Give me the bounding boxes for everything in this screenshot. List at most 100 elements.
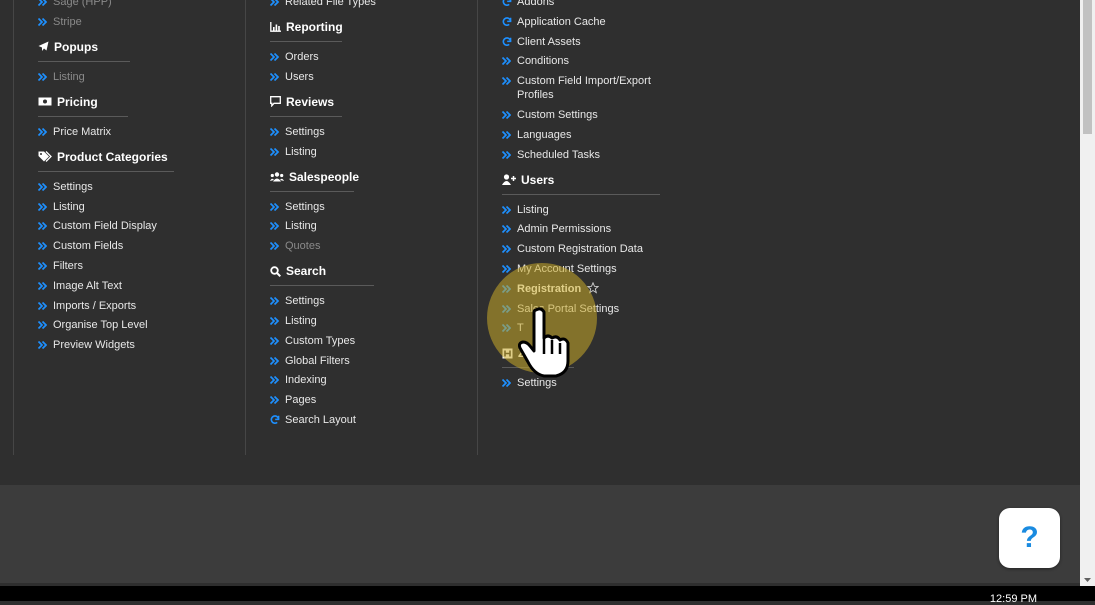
menu-item-label: T — [517, 322, 524, 335]
menu-item-pages[interactable]: Pages — [270, 393, 470, 407]
menu-item-custom-registration-data[interactable]: Custom Registration Data — [502, 242, 662, 256]
section-divider — [270, 115, 342, 117]
menu-item-filters[interactable]: Filters — [38, 259, 238, 273]
double-chevron-right-icon — [270, 314, 281, 328]
menu-item-registration[interactable]: Registration — [502, 281, 662, 296]
menu-item-stripe[interactable]: Stripe — [38, 15, 238, 29]
section-divider — [270, 285, 374, 287]
section-heading-search: Search — [270, 261, 470, 281]
section-title: Pricing — [57, 94, 98, 109]
menu-item-settings[interactable]: Settings — [270, 294, 470, 308]
section-divider — [502, 193, 660, 195]
double-chevron-right-icon — [502, 242, 513, 256]
menu-item-label: Settings — [285, 200, 325, 213]
menu-item-scheduled-tasks[interactable]: Scheduled Tasks — [502, 148, 662, 162]
double-chevron-right-icon — [38, 15, 49, 29]
menu-item-search-layout[interactable]: Search Layout — [270, 413, 470, 427]
double-chevron-right-icon — [270, 239, 281, 253]
menu-item-client-assets[interactable]: Client Assets — [502, 35, 662, 49]
double-chevron-right-icon — [38, 219, 49, 233]
section-heading-reviews: Reviews — [270, 92, 470, 112]
menu-item-label: Listing — [53, 200, 85, 213]
menu-item-languages[interactable]: Languages — [502, 128, 662, 142]
menu-item-label: Pages — [285, 394, 317, 407]
menu-item-label: Indexing — [285, 374, 327, 387]
double-chevron-right-icon — [270, 334, 281, 348]
taskbar: 12:59 PM — [0, 586, 1095, 605]
menu-item-listing[interactable]: Listing — [270, 314, 470, 328]
menu-item-custom-settings[interactable]: Custom Settings — [502, 108, 662, 122]
favourite-star-icon[interactable] — [587, 281, 600, 294]
menu-item-admin-permissions[interactable]: Admin Permissions — [502, 222, 662, 236]
double-chevron-right-icon — [270, 70, 281, 84]
menu-item-global-filters[interactable]: Global Filters — [270, 354, 470, 368]
menu-item-label: Users — [285, 70, 314, 83]
menu-item-label: Settings — [53, 180, 93, 193]
menu-item-users[interactable]: Users — [270, 70, 470, 84]
double-chevron-right-icon — [502, 74, 513, 88]
double-chevron-right-icon — [270, 393, 281, 407]
double-chevron-right-icon — [270, 294, 281, 308]
double-chevron-right-icon — [502, 262, 513, 276]
taskbar-clock: 12:59 PM — [989, 593, 1037, 605]
section-title: Reporting — [286, 20, 343, 34]
menu-item-label: Settings — [285, 125, 325, 138]
menu-item-listing[interactable]: Listing — [270, 219, 470, 233]
menu-item-listing[interactable]: Listing — [38, 200, 238, 214]
menu-item-conditions[interactable]: Conditions — [502, 54, 662, 68]
menu-item-custom-field-import-export-profiles[interactable]: Custom Field Import/Export Profiles — [502, 74, 662, 102]
menu-item-quotes[interactable]: Quotes — [270, 239, 470, 253]
menu-item-orders[interactable]: Orders — [270, 50, 470, 64]
vertical-scrollbar[interactable] — [1080, 0, 1095, 586]
menu-item-sage-hpp[interactable]: Sage (HPP) — [38, 0, 238, 9]
scrollbar-thumb[interactable] — [1083, 0, 1092, 134]
double-chevron-right-icon — [502, 108, 513, 122]
menu-item-sales-portal-settings[interactable]: Sales Portal Settings — [502, 302, 662, 316]
menu-item-imports-exports[interactable]: Imports / Exports — [38, 299, 238, 313]
menu-item-listing[interactable]: Listing — [270, 145, 470, 159]
menu-item-listing[interactable]: Listing — [38, 70, 238, 84]
menu-item-t[interactable]: T — [502, 321, 662, 335]
paper-plane-icon — [38, 41, 49, 52]
menu-item-organise-top-level[interactable]: Organise Top Level — [38, 318, 238, 332]
double-chevron-right-icon — [502, 128, 513, 142]
menu-item-related-file-types[interactable]: Related File Types — [270, 0, 470, 9]
menu-item-custom-types[interactable]: Custom Types — [270, 334, 470, 348]
menu-item-listing[interactable]: Listing — [502, 203, 662, 217]
menu-item-indexing[interactable]: Indexing — [270, 373, 470, 387]
double-chevron-right-icon — [38, 259, 49, 273]
tags-icon — [38, 150, 52, 163]
section-divider — [502, 367, 574, 369]
admin-mega-menu: Sage (HPP) Stripe Popups Listing Pricing Pric… — [0, 0, 1080, 485]
menu-item-preview-widgets[interactable]: Preview Widgets — [38, 338, 238, 352]
menu-item-label: Languages — [517, 128, 572, 141]
menu-item-label: Scheduled Tasks — [517, 148, 600, 161]
menu-item-label: Related File Types — [285, 0, 376, 8]
menu-item-price-matrix[interactable]: Price Matrix — [38, 125, 238, 139]
menu-item-label: Listing — [285, 145, 317, 158]
section-divider — [38, 115, 128, 117]
menu-item-settings[interactable]: Settings — [270, 125, 470, 139]
menu-item-custom-fields[interactable]: Custom Fields — [38, 239, 238, 253]
menu-item-image-alt-text[interactable]: Image Alt Text — [38, 279, 238, 293]
section-title: Popups — [54, 39, 98, 54]
section-heading-users: Users — [502, 170, 662, 190]
menu-item-settings[interactable]: Settings — [270, 200, 470, 214]
menu-item-application-cache[interactable]: Application Cache — [502, 15, 662, 29]
menu-item-label: Addons — [517, 0, 555, 8]
double-chevron-right-icon — [270, 354, 281, 368]
scroll-down-arrow-icon[interactable] — [1083, 576, 1092, 584]
sync-icon — [502, 35, 513, 49]
section-divider — [270, 190, 354, 192]
menu-item-label: Quotes — [285, 240, 321, 253]
help-button[interactable]: ? — [999, 508, 1060, 568]
menu-item-settings[interactable]: Settings — [502, 376, 662, 390]
menu-item-settings[interactable]: Settings — [38, 180, 238, 194]
menu-item-custom-field-display[interactable]: Custom Field Display — [38, 219, 238, 233]
menu-item-label: Preview Widgets — [53, 339, 135, 352]
menu-item-my-account-settings[interactable]: My Account Settings — [502, 262, 662, 276]
section-title: Reviews — [286, 94, 335, 109]
sync-icon — [502, 0, 513, 9]
double-chevron-right-icon — [502, 302, 513, 316]
menu-item-addons[interactable]: Addons — [502, 0, 662, 9]
